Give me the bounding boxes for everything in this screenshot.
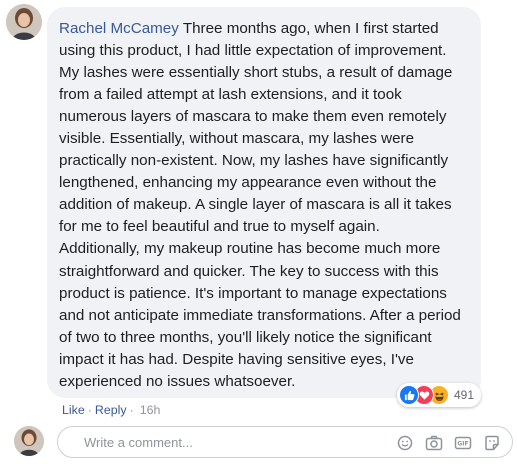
reply-link[interactable]: Reply <box>95 403 127 417</box>
separator-dot: · <box>87 403 92 417</box>
like-link[interactable]: Like <box>62 403 85 417</box>
avatar-photo-icon <box>6 4 42 40</box>
author-avatar[interactable] <box>6 4 42 40</box>
comment-body: Rachel McCamey Three months ago, when I … <box>59 18 461 393</box>
comment-timestamp[interactable]: 16h <box>140 403 161 417</box>
like-icon <box>399 385 419 405</box>
comment-author-link[interactable]: Rachel McCamey <box>59 20 179 37</box>
comment-section: Rachel McCamey Three months ago, when I … <box>0 0 517 464</box>
current-user-avatar[interactable] <box>14 426 44 456</box>
sticker-icon[interactable] <box>482 433 502 453</box>
avatar-photo-icon <box>14 426 44 456</box>
camera-icon[interactable] <box>424 433 444 453</box>
emoji-icon[interactable] <box>395 433 415 453</box>
reaction-count: 491 <box>454 388 475 402</box>
comment-text: Three months ago, when I first started u… <box>59 20 461 390</box>
comment-input[interactable] <box>84 435 384 450</box>
gif-icon[interactable]: GIF <box>453 433 473 453</box>
svg-text:GIF: GIF <box>457 441 468 448</box>
comment-composer: GIF <box>57 426 513 458</box>
composer-icons: GIF <box>386 433 502 453</box>
comment-actions: Like · Reply · 16h <box>62 403 160 417</box>
reactions-summary[interactable]: 491 <box>397 383 482 407</box>
separator-dot: · <box>129 403 134 417</box>
